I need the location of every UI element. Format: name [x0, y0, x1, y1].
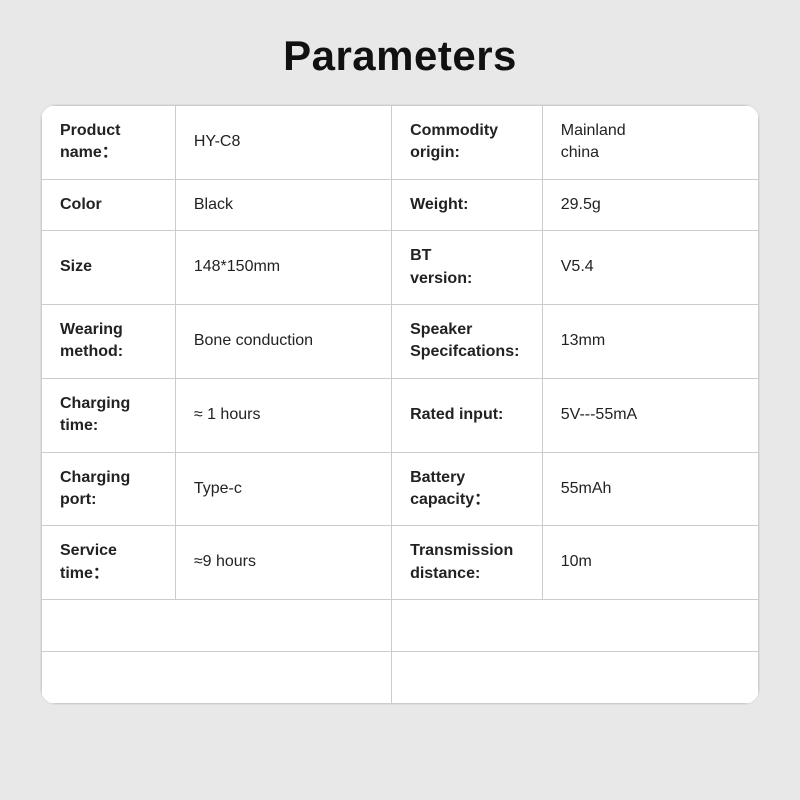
label-right-3: Speaker Specifcations:: [392, 304, 543, 378]
label-right-5: Battery capacity：: [392, 452, 543, 526]
table-row-3: Wearing method:Bone conductionSpeaker Sp…: [42, 304, 759, 378]
table-row-0: Product name：HY-C8Commodity origin:Mainl…: [42, 106, 759, 180]
label-right-4: Rated input:: [392, 378, 543, 452]
value-left-3: Bone conduction: [175, 304, 391, 378]
value-left-5: Type-c: [175, 452, 391, 526]
value-left-6: ≈9 hours: [175, 526, 391, 600]
table-row-empty-7: [42, 600, 759, 652]
table-row-2: Size148*150mmBT version:V5.4: [42, 231, 759, 305]
value-left-0: HY-C8: [175, 106, 391, 180]
value-left-4: ≈ 1 hours: [175, 378, 391, 452]
table-row-empty-8: [42, 652, 759, 704]
label-right-1: Weight:: [392, 179, 543, 230]
parameters-table-container: Product name：HY-C8Commodity origin:Mainl…: [40, 104, 760, 705]
label-left-3: Wearing method:: [42, 304, 176, 378]
table-row-1: ColorBlackWeight:29.5g: [42, 179, 759, 230]
label-left-0: Product name：: [42, 106, 176, 180]
label-right-2: BT version:: [392, 231, 543, 305]
label-left-6: Service time：: [42, 526, 176, 600]
value-right-4: 5V---55mA: [542, 378, 758, 452]
label-left-4: Charging time:: [42, 378, 176, 452]
label-right-0: Commodity origin:: [392, 106, 543, 180]
value-right-0: Mainland china: [542, 106, 758, 180]
table-row-6: Service time：≈9 hoursTransmission distan…: [42, 526, 759, 600]
value-right-5: 55mAh: [542, 452, 758, 526]
table-row-5: Charging port:Type-cBattery capacity：55m…: [42, 452, 759, 526]
value-left-2: 148*150mm: [175, 231, 391, 305]
label-left-5: Charging port:: [42, 452, 176, 526]
label-left-2: Size: [42, 231, 176, 305]
value-right-3: 13mm: [542, 304, 758, 378]
value-right-6: 10m: [542, 526, 758, 600]
parameters-table: Product name：HY-C8Commodity origin:Mainl…: [41, 105, 759, 704]
page-title: Parameters: [283, 32, 517, 80]
label-right-6: Transmission distance:: [392, 526, 543, 600]
label-left-1: Color: [42, 179, 176, 230]
value-right-1: 29.5g: [542, 179, 758, 230]
table-row-4: Charging time:≈ 1 hoursRated input:5V---…: [42, 378, 759, 452]
value-left-1: Black: [175, 179, 391, 230]
value-right-2: V5.4: [542, 231, 758, 305]
